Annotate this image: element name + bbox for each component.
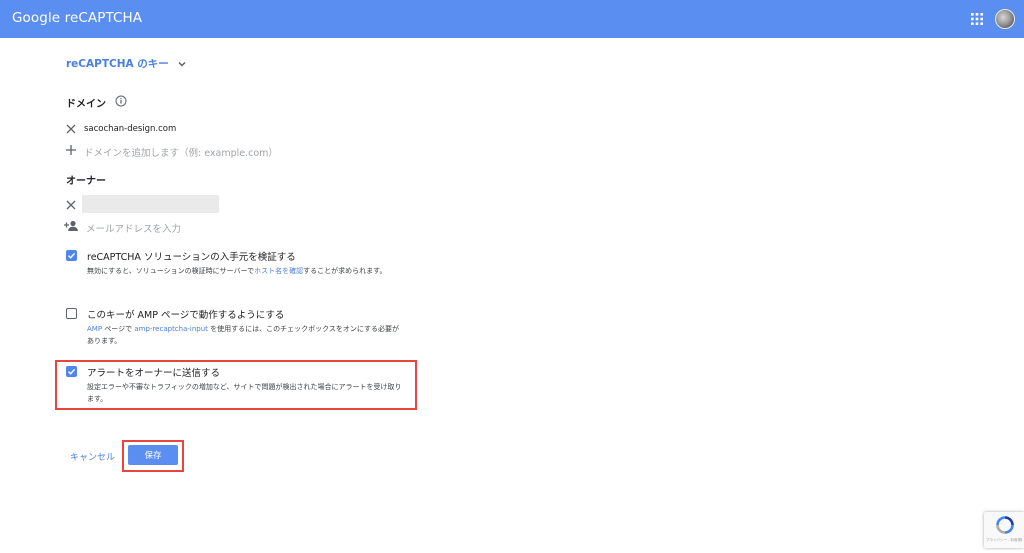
owner-email-redacted — [82, 195, 219, 213]
key-selector-dropdown[interactable]: reCAPTCHA のキー — [66, 56, 187, 71]
chevron-down-icon — [178, 61, 186, 67]
add-domain-input[interactable]: ドメインを追加します（例: example.com） — [84, 145, 278, 159]
info-icon[interactable] — [115, 95, 127, 107]
send-alerts-description: 設定エラーや不審なトラフィックの増加など、サイトで問題が検出された場合にアラート… — [87, 383, 402, 403]
verify-origin-checkbox[interactable] — [66, 250, 77, 261]
close-icon[interactable] — [65, 199, 77, 211]
verify-origin-label: reCAPTCHA ソリューションの入手元を検証する — [87, 252, 296, 263]
apps-grid-icon[interactable] — [971, 13, 983, 25]
amp-label: このキーが AMP ページで動作するようにする — [87, 310, 285, 321]
plus-icon[interactable] — [65, 144, 77, 156]
person-add-icon[interactable] — [64, 220, 78, 232]
verify-origin-description: 無効にすると、ソリューションの検証時にサーバーでホスト名を確認することが求められ… — [87, 267, 387, 275]
cancel-button[interactable]: キャンセル — [70, 450, 115, 463]
checkmark-icon — [68, 368, 76, 375]
amp-description: AMP ページで amp-recaptcha-input を使用するには、このチ… — [87, 325, 400, 345]
send-alerts-label: アラートをオーナーに送信する — [87, 368, 221, 379]
owners-section-title: オーナー — [66, 176, 106, 187]
top-app-bar: Google reCAPTCHA — [0, 0, 1024, 38]
add-owner-input[interactable]: メールアドレスを入力 — [86, 221, 181, 235]
save-button[interactable]: 保存 — [128, 445, 178, 465]
amp-checkbox[interactable] — [66, 308, 77, 319]
badge-text[interactable]: プライバシー - 利用規約 — [986, 538, 1022, 543]
app-title[interactable]: Google reCAPTCHA — [12, 10, 142, 26]
send-alerts-checkbox[interactable] — [66, 366, 77, 377]
key-selector-label: reCAPTCHA のキー — [66, 58, 169, 70]
recaptcha-logo-icon — [996, 516, 1014, 534]
hostname-check-link[interactable]: ホスト名を確認 — [254, 267, 303, 275]
close-icon[interactable] — [65, 123, 77, 135]
user-avatar[interactable] — [995, 9, 1015, 29]
domains-section-title: ドメイン — [66, 99, 106, 110]
domain-item: sacochan-design.com — [84, 124, 177, 134]
amp-link[interactable]: AMP — [87, 325, 102, 333]
amp-recaptcha-input-link[interactable]: amp-recaptcha-input — [134, 325, 208, 333]
recaptcha-badge[interactable]: プライバシー - 利用規約 — [984, 512, 1024, 548]
checkmark-icon — [68, 252, 76, 259]
